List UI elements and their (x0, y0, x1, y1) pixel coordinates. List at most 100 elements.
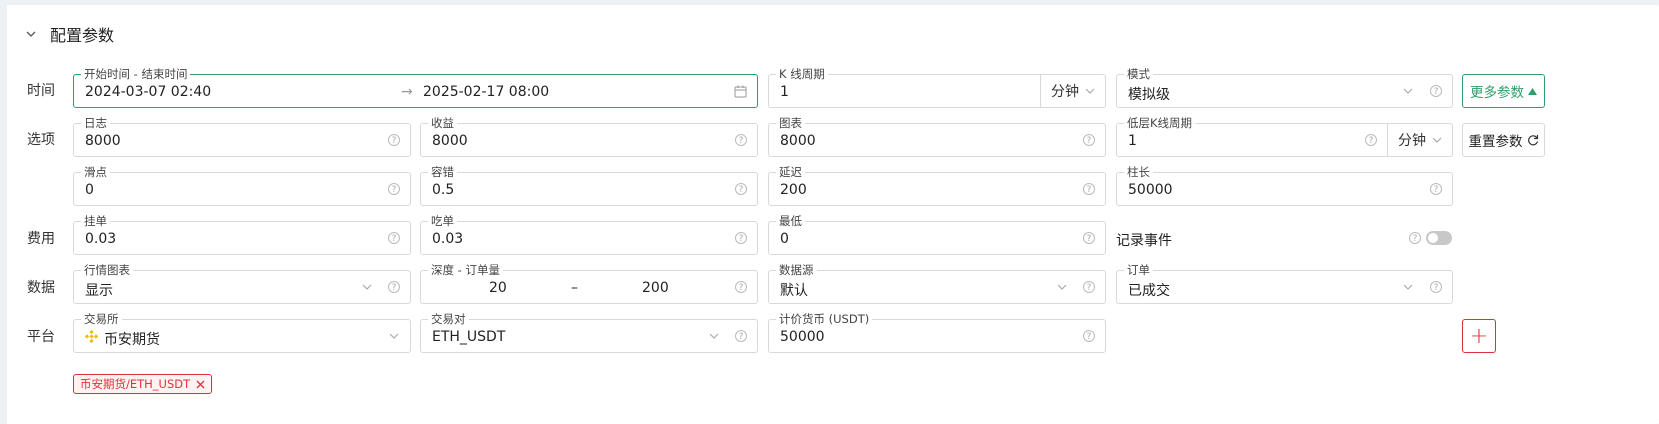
profit-value[interactable]: 8000 (432, 133, 468, 149)
bar-length-value[interactable]: 50000 (1128, 182, 1173, 198)
bar-length-label: 柱长 (1124, 165, 1153, 179)
row-label-options: 选项 (27, 132, 55, 148)
help-icon[interactable]: ? (735, 183, 747, 195)
help-icon[interactable]: ? (1083, 183, 1095, 195)
low-kline-unit-value: 分钟 (1398, 133, 1426, 149)
add-platform-button[interactable]: + (1462, 319, 1496, 353)
help-icon[interactable]: ? (388, 232, 400, 244)
kline-period-value[interactable]: 1 (780, 84, 789, 100)
kline-unit-value: 分钟 (1051, 84, 1079, 100)
date-range-label: 开始时间 - 结束时间 (81, 67, 191, 81)
order-value: 已成交 (1128, 283, 1170, 299)
more-params-button[interactable]: 更多参数 (1462, 74, 1545, 108)
low-kline-period-value[interactable]: 1 (1128, 133, 1137, 149)
help-icon[interactable]: ? (388, 134, 400, 146)
start-time-value[interactable]: 2024-03-07 02:40 (85, 84, 211, 100)
mode-select[interactable]: 模式 模拟级 ? (1116, 67, 1453, 108)
tolerance-value[interactable]: 0.5 (432, 182, 454, 198)
kline-period-label: K 线周期 (776, 67, 828, 81)
help-icon[interactable]: ? (735, 281, 747, 293)
slippage-input[interactable]: 滑点 0 ? (73, 165, 411, 206)
quote-currency-value[interactable]: 50000 (780, 329, 825, 345)
market-chart-value: 显示 (85, 283, 113, 299)
chart-value[interactable]: 8000 (780, 133, 816, 149)
date-range-picker[interactable]: 开始时间 - 结束时间 2024-03-07 02:40 → 2025-02-1… (73, 67, 758, 108)
data-source-select[interactable]: 数据源 默认 ? (768, 263, 1106, 304)
min-fee-input[interactable]: 最低 0 ? (768, 214, 1106, 255)
taker-fee-value[interactable]: 0.03 (432, 231, 463, 247)
bar-length-input[interactable]: 柱长 50000 ? (1116, 165, 1453, 206)
help-icon[interactable]: ? (1409, 232, 1421, 244)
maker-fee-input[interactable]: 挂单 0.03 ? (73, 214, 411, 255)
help-icon[interactable]: ? (1430, 85, 1442, 97)
log-input[interactable]: 日志 8000 ? (73, 116, 411, 157)
delay-value[interactable]: 200 (780, 182, 807, 198)
help-icon[interactable]: ? (1365, 134, 1377, 146)
calendar-icon[interactable] (734, 85, 747, 98)
depth-range-input[interactable]: 深度 - 订单量 20 – 200 ? (420, 263, 758, 304)
record-events-toggle[interactable] (1426, 231, 1452, 245)
delay-input[interactable]: 延迟 200 ? (768, 165, 1106, 206)
chart-input[interactable]: 图表 8000 ? (768, 116, 1106, 157)
help-icon[interactable]: ? (735, 330, 747, 342)
row-label-data: 数据 (27, 280, 55, 296)
min-fee-value[interactable]: 0 (780, 231, 789, 247)
order-label: 订单 (1124, 263, 1153, 277)
low-kline-period-label: 低层K线周期 (1124, 116, 1196, 130)
help-icon[interactable]: ? (1430, 183, 1442, 195)
kline-unit-select[interactable]: 分钟 (1040, 74, 1106, 108)
chevron-down-icon (709, 333, 719, 339)
close-icon[interactable] (196, 380, 205, 389)
caret-up-icon (1528, 87, 1537, 95)
end-time-value[interactable]: 2025-02-17 08:00 (423, 84, 549, 100)
market-chart-select[interactable]: 行情图表 显示 ? (73, 263, 411, 304)
low-kline-period-input[interactable]: 低层K线周期 1 ? (1116, 116, 1388, 157)
profit-label: 收益 (428, 116, 457, 130)
section-header[interactable]: 配置参数 (26, 22, 114, 46)
tolerance-input[interactable]: 容错 0.5 ? (420, 165, 758, 206)
help-icon[interactable]: ? (1430, 281, 1442, 293)
row-label-time: 时间 (27, 83, 55, 99)
min-fee-label: 最低 (776, 214, 805, 228)
kline-period-input[interactable]: K 线周期 1 (768, 67, 1041, 108)
help-icon[interactable]: ? (735, 134, 747, 146)
exchange-label: 交易所 (81, 312, 122, 326)
depth-range-label: 深度 - 订单量 (428, 263, 503, 277)
trading-pair-select[interactable]: 交易对 ETH_USDT ? (420, 312, 758, 353)
log-value[interactable]: 8000 (85, 133, 121, 149)
record-events-label: 记录事件 (1116, 233, 1172, 249)
config-panel (7, 5, 1659, 424)
exchange-select[interactable]: 交易所 币安期货 (73, 312, 411, 353)
depth-from-value[interactable]: 20 (489, 280, 507, 296)
depth-to-value[interactable]: 200 (642, 280, 669, 296)
help-icon[interactable]: ? (735, 232, 747, 244)
delay-label: 延迟 (776, 165, 805, 179)
profit-input[interactable]: 收益 8000 ? (420, 116, 758, 157)
order-select[interactable]: 订单 已成交 ? (1116, 263, 1453, 304)
help-icon[interactable]: ? (1083, 134, 1095, 146)
low-kline-unit-select[interactable]: 分钟 (1387, 123, 1453, 157)
chevron-down-icon (26, 31, 36, 37)
chevron-down-icon (389, 333, 399, 339)
plus-icon: + (1469, 323, 1489, 349)
help-icon[interactable]: ? (1083, 330, 1095, 342)
help-icon[interactable]: ? (388, 281, 400, 293)
mode-value: 模拟级 (1128, 87, 1170, 103)
quote-currency-input[interactable]: 计价货币 (USDT) 50000 ? (768, 312, 1106, 353)
taker-fee-input[interactable]: 吃单 0.03 ? (420, 214, 758, 255)
help-icon[interactable]: ? (1083, 232, 1095, 244)
help-icon[interactable]: ? (1083, 281, 1095, 293)
section-title: 配置参数 (50, 26, 115, 45)
chevron-down-icon (1057, 284, 1067, 290)
trading-pair-label: 交易对 (428, 312, 469, 326)
taker-fee-label: 吃单 (428, 214, 457, 228)
data-source-label: 数据源 (776, 263, 817, 277)
market-chart-label: 行情图表 (81, 263, 133, 277)
chevron-down-icon (1085, 88, 1095, 94)
reset-params-button[interactable]: 重置参数 (1462, 123, 1545, 157)
range-arrow-icon: → (401, 84, 413, 100)
slippage-value[interactable]: 0 (85, 182, 94, 198)
maker-fee-value[interactable]: 0.03 (85, 231, 116, 247)
binance-logo-icon (85, 330, 98, 343)
help-icon[interactable]: ? (388, 183, 400, 195)
